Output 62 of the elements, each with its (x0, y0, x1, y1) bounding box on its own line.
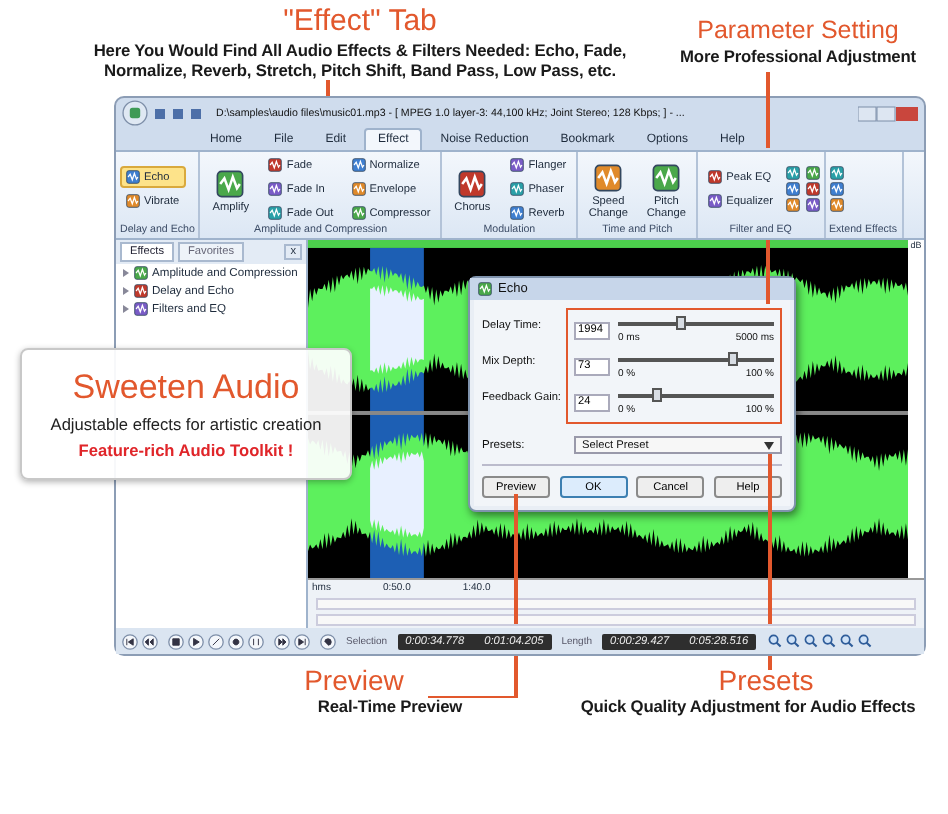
effect-icon (510, 206, 525, 220)
effect-icon (134, 284, 148, 298)
effect-icon (134, 302, 148, 316)
effect-icon (134, 266, 148, 280)
zoom-icon[interactable] (768, 634, 783, 648)
effect-icon (510, 158, 525, 172)
zoom-icon[interactable] (822, 634, 837, 648)
app-logo-icon (122, 100, 148, 126)
effect-icon (126, 170, 140, 184)
promo-subtitle: Adjustable effects for artistic creation (50, 414, 322, 434)
effect-icon (478, 282, 492, 296)
window-controls-icon[interactable] (858, 105, 918, 121)
effect-icon (351, 182, 366, 196)
callout-title: Preview (304, 666, 404, 697)
effect-icon (351, 158, 366, 172)
effect-icon (268, 158, 283, 172)
callout-title: Presets (718, 666, 814, 697)
effect-icon (268, 206, 283, 220)
effect-icon (594, 163, 623, 191)
effect-icon (510, 182, 525, 196)
callout-text: More Professional Adjustment (680, 45, 916, 67)
effect-icon (708, 170, 723, 184)
caret-icon (764, 441, 774, 449)
zoom-icon[interactable] (840, 634, 855, 648)
callout-text: Quick Quality Adjustment for Audio Effects (580, 696, 916, 718)
zoom-icon[interactable] (786, 634, 801, 648)
pencil-icon[interactable] (208, 633, 224, 649)
effect-icon (708, 194, 723, 208)
leader-line (514, 494, 517, 624)
effect-icon (216, 169, 245, 197)
scrollbar[interactable] (316, 614, 916, 626)
leader-line (766, 240, 769, 304)
slider-thumb[interactable] (651, 388, 662, 402)
zoom-icon[interactable] (804, 634, 819, 648)
slider[interactable] (618, 388, 774, 402)
callout-text: Here You Would Find All Audio Effects & Filters Needed: Echo, Fade, (93, 39, 627, 60)
pause-icon[interactable] (248, 633, 264, 649)
leader-line (766, 72, 769, 148)
slider-thumb[interactable] (727, 352, 738, 366)
slider-thumb[interactable] (676, 316, 687, 330)
scrollbar[interactable] (316, 598, 916, 610)
slider[interactable] (618, 352, 774, 366)
callout-text: Real-Time Preview (317, 696, 463, 718)
callout-title: Parameter Setting (697, 18, 899, 46)
stop-icon[interactable] (168, 633, 184, 649)
forward-icon[interactable] (274, 633, 290, 649)
skip-start-icon[interactable] (122, 633, 138, 649)
effect-icon (268, 182, 283, 196)
rewind-icon[interactable] (142, 633, 158, 649)
promo-tagline: Feature-rich Audio Toolkit ! (78, 440, 294, 460)
record-icon[interactable] (228, 633, 244, 649)
skip-end-icon[interactable] (294, 633, 310, 649)
play-icon[interactable] (188, 633, 204, 649)
callout-text: Normalize, Reverb, Stretch, Pitch Shift, Band Pass, Low Pass, etc. (104, 60, 616, 81)
slider[interactable] (618, 316, 774, 330)
effect-icon (351, 206, 366, 220)
zoom-icon[interactable] (858, 634, 873, 648)
promo-title: Sweeten Audio (72, 368, 300, 408)
effect-icon (458, 169, 487, 197)
effect-icon (652, 163, 681, 191)
effect-icon (126, 194, 140, 208)
callout-title: "Effect" Tab (283, 6, 437, 39)
